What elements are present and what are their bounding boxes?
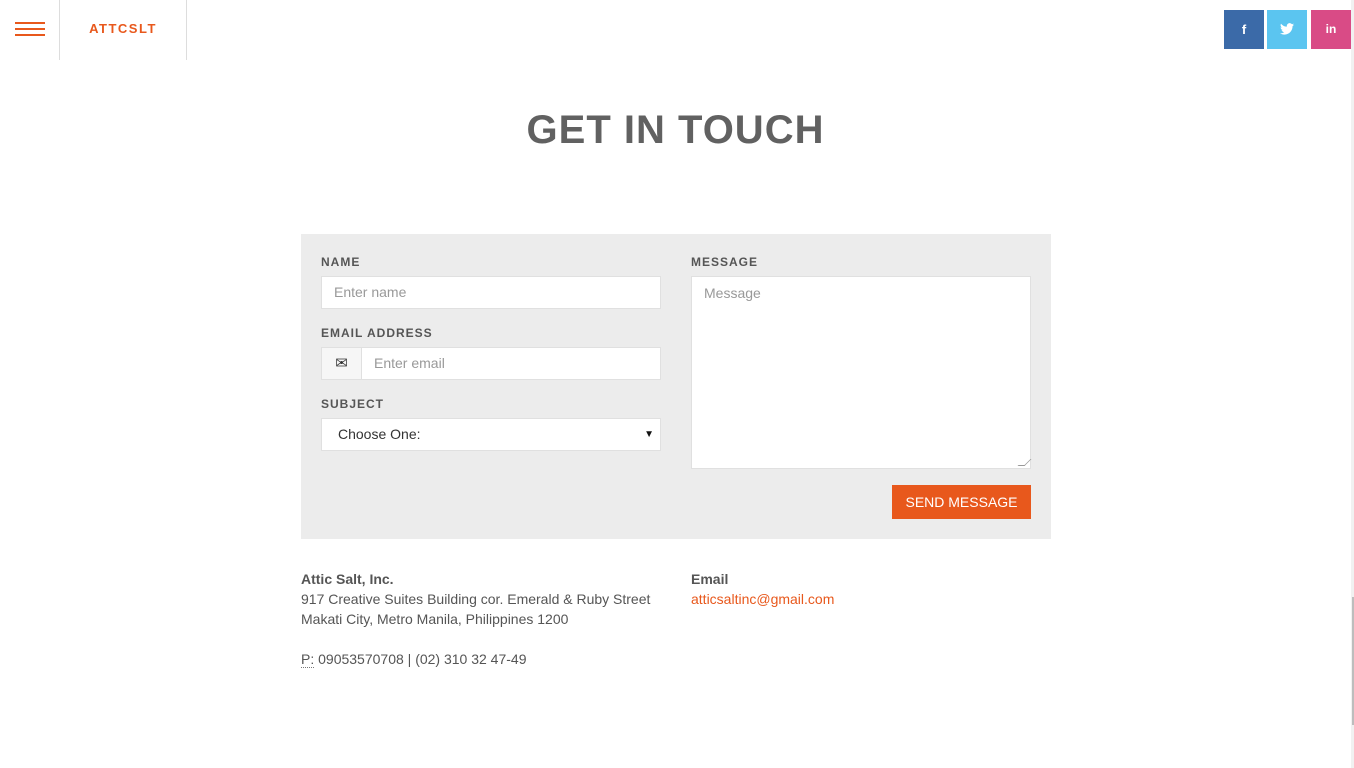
- phone-numbers: 09053570708 | (02) 310 32 47-49: [318, 651, 527, 667]
- hamburger-line: [15, 28, 45, 30]
- subject-select[interactable]: Choose One: ▼: [321, 418, 661, 451]
- hamburger-menu-icon[interactable]: [0, 0, 60, 60]
- linkedin-button[interactable]: in: [1311, 10, 1351, 49]
- subject-label: SUBJECT: [321, 397, 385, 411]
- email-heading: Email: [691, 571, 729, 587]
- address-line-1: 917 Creative Suites Building cor. Emeral…: [301, 591, 651, 607]
- dropdown-arrow-icon: ▼: [644, 429, 654, 440]
- facebook-icon: f: [1241, 22, 1247, 37]
- envelope-icon: ✉: [321, 347, 362, 380]
- hamburger-line: [15, 34, 45, 36]
- email-label: EMAIL ADDRESS: [321, 326, 433, 340]
- name-label: NAME: [321, 255, 361, 269]
- company-info: Attic Salt, Inc. 917 Creative Suites Bui…: [301, 569, 671, 669]
- brand-logo[interactable]: ATTCSLT: [60, 0, 187, 60]
- subject-selected-value: Choose One:: [338, 426, 421, 442]
- linkedin-icon: in: [1325, 22, 1337, 36]
- resize-handle-icon[interactable]: [1017, 459, 1032, 466]
- email-input[interactable]: Enter email: [361, 347, 661, 380]
- address-line-2: Makati City, Metro Manila, Philippines 1…: [301, 611, 569, 627]
- facebook-button[interactable]: f: [1224, 10, 1264, 49]
- email-info: Email atticsaltinc@gmail.com: [691, 569, 991, 609]
- hamburger-line: [15, 22, 45, 24]
- twitter-button[interactable]: [1267, 10, 1307, 49]
- message-label: MESSAGE: [691, 255, 759, 269]
- contact-form: NAME Enter name EMAIL ADDRESS ✉ Enter em…: [301, 234, 1051, 539]
- phone-prefix: P:: [301, 651, 315, 668]
- page-title: GET IN TOUCH: [526, 108, 825, 152]
- email-link[interactable]: atticsaltinc@gmail.com: [691, 591, 834, 607]
- message-textarea[interactable]: Message: [691, 276, 1032, 469]
- message-placeholder: Message: [704, 285, 761, 301]
- top-navbar: ATTCSLT f in: [0, 0, 1354, 60]
- name-input[interactable]: Enter name: [321, 276, 661, 309]
- send-message-button[interactable]: SEND MESSAGE: [892, 485, 1031, 519]
- twitter-icon: [1280, 23, 1294, 35]
- company-name: Attic Salt, Inc.: [301, 571, 394, 587]
